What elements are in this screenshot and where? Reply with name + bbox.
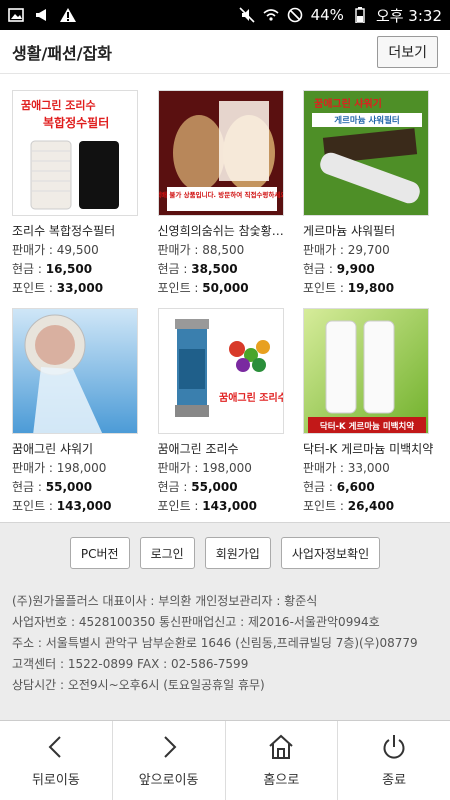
product-name[interactable]: 신영희의숨쉬는 참숯황…: [158, 222, 293, 239]
nav-home-label: 홈으로: [263, 773, 300, 788]
business-info-button[interactable]: 사업자정보확인: [280, 537, 381, 569]
thumb-caption: 복합정수필터: [43, 115, 109, 130]
list-price: 판매가 : 198,000: [157, 461, 252, 475]
nav-exit[interactable]: 종료: [338, 721, 450, 800]
list-price: 판매가 : 88,500: [157, 243, 245, 257]
nav-forward-label: 앞으로이동: [138, 773, 199, 788]
company-info-line: 사업자번호 : 4528100350 통신판매업신고 : 제2016-서울관악0…: [12, 615, 380, 629]
product-card[interactable]: 택배 불가 상품입니다. 방문하여 직접수령하세요. 신영희의숨쉬는 참숯황… …: [157, 90, 293, 308]
status-left-icons: [8, 7, 76, 23]
product-card[interactable]: 꿈애그린 샤워기 게르마늄 샤워필터 게르마늄 샤워필터 판매가 : 29,70…: [303, 90, 438, 308]
product-thumbnail[interactable]: 닥터-K 게르마늄 미백치약: [303, 308, 429, 434]
product-card[interactable]: 꿈애그린 샤워기 판매가 : 198,000 현금 : 55,000 포인트 :…: [12, 308, 147, 526]
list-price: 판매가 : 49,500: [12, 243, 99, 257]
product-card[interactable]: 꿈애그린 조리수 복합정수필터 조리수 복합정수필터 판매가 : 49,500 …: [12, 90, 147, 308]
product-grid: 꿈애그린 조리수 복합정수필터 조리수 복합정수필터 판매가 : 49,500 …: [12, 90, 438, 526]
battery-icon: [352, 7, 368, 23]
do-not-disturb-icon: [287, 7, 303, 23]
product-thumbnail[interactable]: 꿈애그린 샤워기 게르마늄 샤워필터: [303, 90, 429, 216]
site-footer: PC버전 로그인 회원가입 사업자정보확인 (주)원가몰플러스 대표이사 : 부…: [0, 522, 450, 720]
product-card[interactable]: 닥터-K 게르마늄 미백치약 닥터-K 게르마늄 미백치약 판매가 : 33,0…: [303, 308, 438, 526]
thumb-brand: 꿈애그린 샤워기: [314, 97, 382, 110]
section-header: 생활/패션/잡화 더보기: [0, 30, 450, 74]
thumb-caption: 택배 불가 상품입니다. 방문하여 직접수령하세요.: [159, 190, 284, 199]
status-right: 44% 오후 3:32: [239, 5, 442, 26]
product-card[interactable]: 꿈애그린 조리수 꿈애그린 조리수 판매가 : 198,000 현금 : 55,…: [157, 308, 293, 526]
company-info-line: 주소 : 서울특별시 관악구 남부순환로 1646 (신림동,프레큐빌딩 7층)…: [12, 636, 418, 650]
image-icon: [8, 7, 24, 23]
list-price: 판매가 : 29,700: [303, 243, 390, 257]
product-row: 꿈애그린 조리수 복합정수필터 조리수 복합정수필터 판매가 : 49,500 …: [12, 90, 438, 308]
battery-percent: 44%: [310, 6, 344, 24]
login-button[interactable]: 로그인: [139, 537, 195, 569]
product-name[interactable]: 꿈애그린 조리수: [158, 440, 293, 457]
cash-price: 현금 : 6,600: [303, 480, 375, 494]
thumb-caption: 게르마늄 샤워필터: [334, 115, 400, 126]
company-info-line: 고객센터 : 1522-0899 FAX : 02-586-7599: [12, 657, 249, 671]
product-name[interactable]: 닥터-K 게르마늄 미백치약: [303, 440, 438, 457]
cash-price: 현금 : 9,900: [303, 262, 375, 276]
points-price: 포인트 : 143,000: [12, 499, 112, 513]
points-price: 포인트 : 26,400: [303, 499, 395, 513]
company-info: (주)원가몰플러스 대표이사 : 부의환 개인정보관리자 : 황준식 사업자번호…: [12, 591, 418, 696]
power-icon: [383, 735, 405, 759]
signup-button[interactable]: 회원가입: [204, 537, 271, 569]
warning-icon: [60, 7, 76, 23]
product-row: 꿈애그린 샤워기 판매가 : 198,000 현금 : 55,000 포인트 :…: [12, 308, 438, 526]
product-thumbnail[interactable]: 꿈애그린 조리수 복합정수필터: [12, 90, 138, 216]
page-title: 생활/패션/잡화: [12, 43, 113, 63]
cash-price: 현금 : 55,000: [157, 480, 238, 494]
points-price: 포인트 : 19,800: [303, 281, 395, 295]
nav-back[interactable]: 뒤로이동: [0, 721, 113, 800]
nav-forward[interactable]: 앞으로이동: [113, 721, 226, 800]
product-name[interactable]: 게르마늄 샤워필터: [303, 222, 438, 239]
cash-price: 현금 : 38,500: [157, 262, 238, 276]
points-price: 포인트 : 143,000: [157, 499, 257, 513]
product-name[interactable]: 조리수 복합정수필터: [12, 222, 147, 239]
thumb-caption: 닥터-K 게르마늄 미백치약: [320, 421, 414, 432]
product-thumbnail[interactable]: 꿈애그린 조리수: [157, 308, 284, 434]
thumb-brand: 꿈애그린 조리수: [21, 98, 96, 112]
megaphone-icon: [34, 7, 50, 23]
company-info-line: (주)원가몰플러스 대표이사 : 부의환 개인정보관리자 : 황준식: [12, 594, 318, 608]
status-bar: 44% 오후 3:32: [0, 0, 450, 30]
mute-icon: [239, 7, 255, 23]
wifi-icon: [263, 7, 279, 23]
pc-version-button[interactable]: PC버전: [69, 537, 130, 569]
points-price: 포인트 : 50,000: [157, 281, 249, 295]
more-button[interactable]: 더보기: [377, 35, 438, 68]
back-chevron-icon: [48, 736, 61, 758]
product-thumbnail[interactable]: [12, 308, 138, 434]
thumb-brand: 꿈애그린 조리수: [219, 391, 284, 404]
cash-price: 현금 : 16,500: [12, 262, 93, 276]
list-price: 판매가 : 33,000: [303, 461, 390, 475]
nav-back-label: 뒤로이동: [31, 773, 80, 788]
product-thumbnail[interactable]: 택배 불가 상품입니다. 방문하여 직접수령하세요.: [157, 90, 284, 216]
cash-price: 현금 : 55,000: [12, 480, 93, 494]
nav-exit-label: 종료: [382, 773, 407, 788]
list-price: 판매가 : 198,000: [12, 461, 107, 475]
nav-home[interactable]: 홈으로: [226, 721, 339, 800]
home-icon: [269, 734, 294, 759]
company-info-line: 상담시간 : 오전9시~오후6시 (토요일공휴일 휴무): [12, 678, 265, 692]
clock: 오후 3:32: [375, 6, 442, 25]
points-price: 포인트 : 33,000: [12, 281, 104, 295]
forward-chevron-icon: [163, 736, 177, 758]
product-name[interactable]: 꿈애그린 샤워기: [12, 440, 147, 457]
bottom-navigation: 뒤로이동 앞으로이동 홈으로 종료: [0, 720, 450, 800]
footer-button-row: PC버전 로그인 회원가입 사업자정보확인: [0, 537, 450, 569]
